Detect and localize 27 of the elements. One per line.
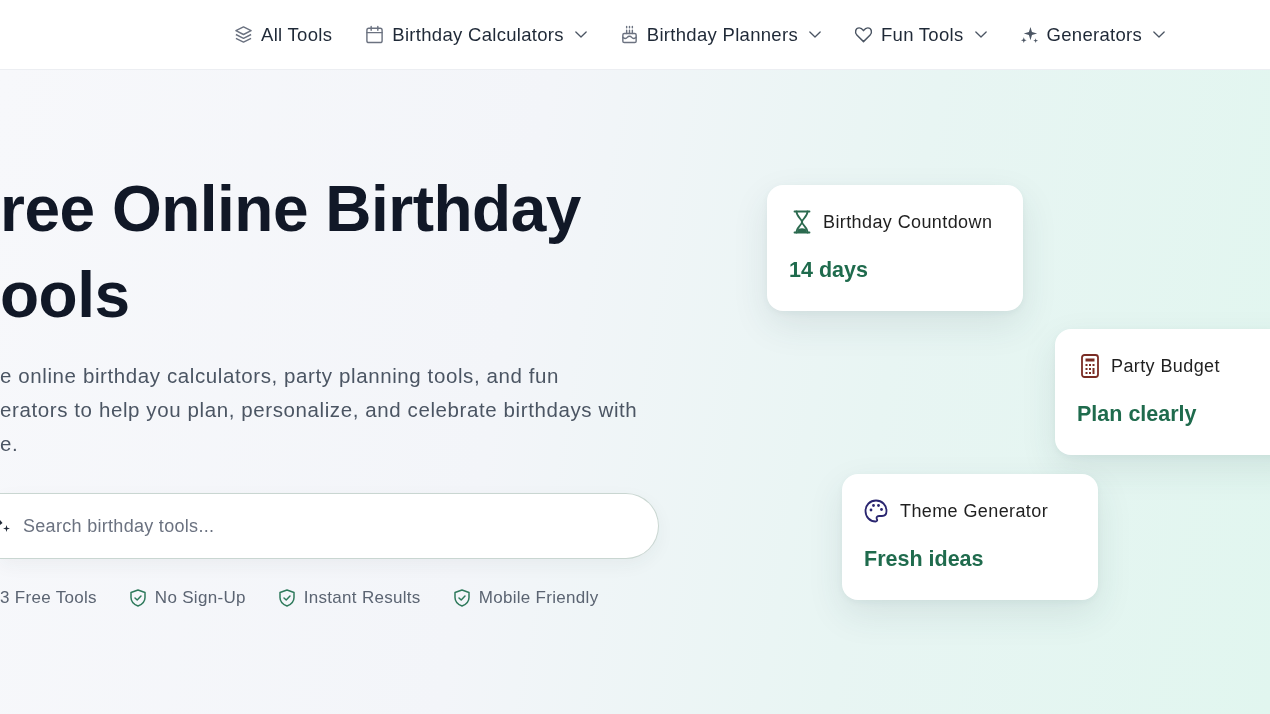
palette-icon bbox=[864, 499, 888, 523]
feature-label: 3 Free Tools bbox=[0, 588, 97, 608]
feature-label: No Sign-Up bbox=[154, 588, 246, 608]
nav-menu-item[interactable]: Generators bbox=[1019, 19, 1166, 50]
card-title: Party Budget bbox=[1111, 355, 1220, 377]
heart-icon bbox=[853, 25, 873, 44]
sparkle-icon bbox=[0, 520, 10, 532]
feature-label: Instant Results bbox=[303, 588, 421, 608]
card-value: 14 days bbox=[789, 258, 868, 283]
sparkles-icon bbox=[1019, 25, 1039, 44]
hero-heading: ree Online Birthday ools bbox=[0, 172, 581, 333]
cake-icon bbox=[619, 25, 639, 44]
calculator-icon bbox=[1081, 354, 1099, 378]
nav-menu-item[interactable]: Birthday Planners bbox=[619, 19, 821, 50]
layers-icon bbox=[234, 25, 253, 44]
calendar-icon bbox=[365, 25, 385, 44]
card-title: Birthday Countdown bbox=[823, 211, 993, 233]
hourglass-icon bbox=[793, 210, 811, 234]
nav-menu-item[interactable]: Fun Tools bbox=[853, 19, 987, 50]
nav-menu-item[interactable]: All Tools bbox=[234, 19, 333, 50]
hero-description: e online birthday calculators, party planning tools, and fun erators to help you plan, personalize, and celebrate birthdays with e. bbox=[0, 363, 638, 457]
card-title: Theme Generator bbox=[900, 500, 1049, 522]
nav-menu-item[interactable]: Birthday Calculators bbox=[365, 19, 587, 50]
card-value: Plan clearly bbox=[1077, 402, 1197, 427]
search-field[interactable]: Search birthday tools... bbox=[0, 493, 659, 559]
card-value: Fresh ideas bbox=[864, 547, 984, 572]
feature-label: Mobile Friendly bbox=[478, 588, 599, 608]
